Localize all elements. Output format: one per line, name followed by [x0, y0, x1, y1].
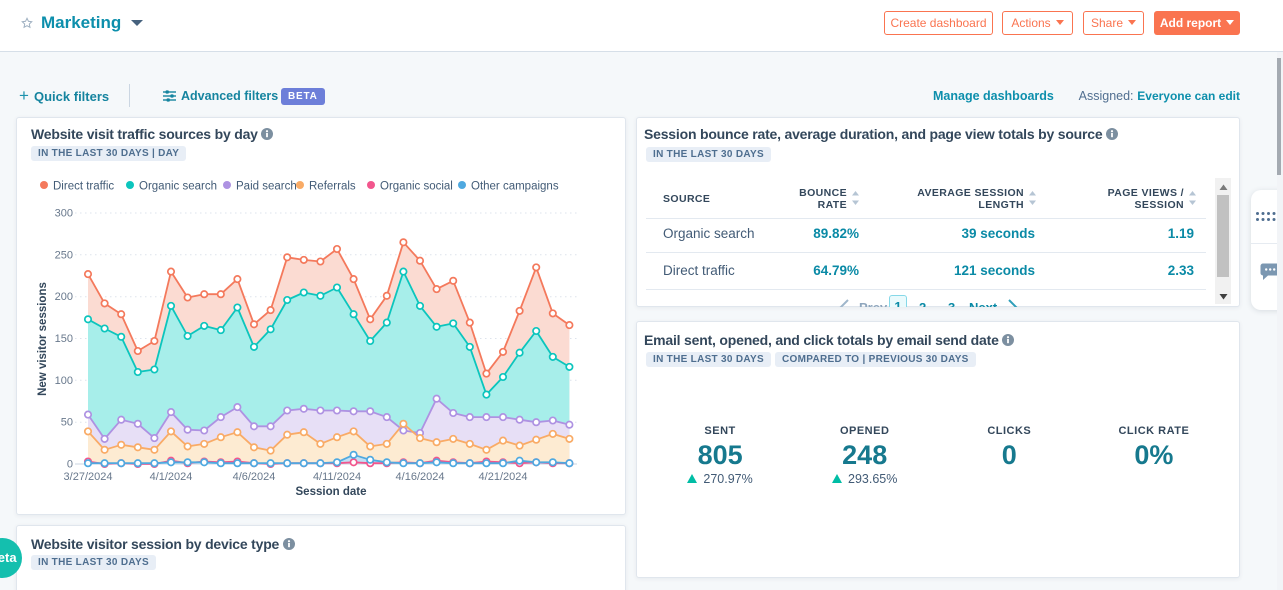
svg-text:250: 250 — [55, 249, 73, 261]
svg-text:200: 200 — [55, 291, 73, 303]
svg-text:0: 0 — [67, 459, 73, 471]
svg-text:New visitor sessions: New visitor sessions — [37, 282, 49, 396]
svg-text:50: 50 — [61, 417, 73, 429]
svg-text:100: 100 — [55, 375, 73, 387]
svg-text:3/27/2024: 3/27/2024 — [64, 471, 113, 483]
svg-text:Paid search: Paid search — [236, 181, 297, 193]
svg-text:Direct traffic: Direct traffic — [53, 181, 114, 193]
svg-text:4/21/2024: 4/21/2024 — [479, 471, 528, 483]
svg-text:Referrals: Referrals — [309, 181, 356, 193]
svg-text:150: 150 — [55, 333, 73, 345]
svg-text:300: 300 — [55, 208, 73, 220]
svg-text:Session date: Session date — [296, 486, 367, 498]
svg-text:4/6/2024: 4/6/2024 — [233, 471, 276, 483]
svg-text:Organic social: Organic social — [380, 181, 453, 193]
svg-text:4/11/2024: 4/11/2024 — [313, 471, 361, 483]
svg-text:4/1/2024: 4/1/2024 — [150, 471, 193, 483]
svg-text:Organic search: Organic search — [139, 181, 217, 193]
svg-text:Other campaigns: Other campaigns — [471, 181, 559, 193]
svg-text:4/16/2024: 4/16/2024 — [396, 471, 445, 483]
